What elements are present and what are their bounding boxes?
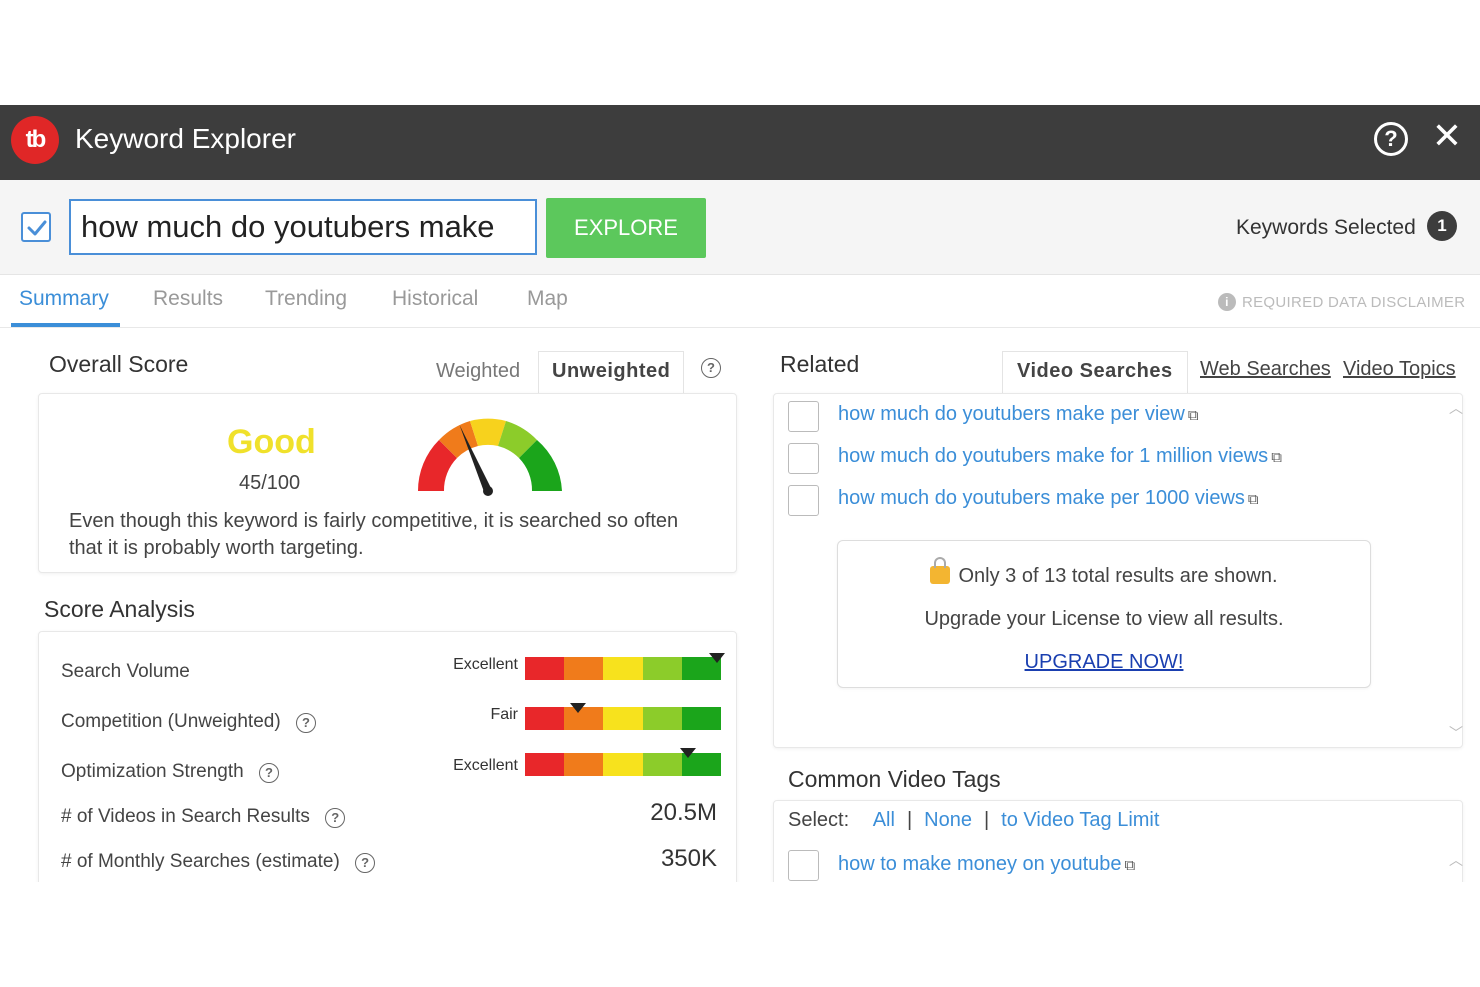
optimization-help-icon[interactable]: ?	[258, 763, 279, 783]
related-item-link[interactable]: how much do youtubers make per 1000 view…	[838, 487, 1259, 510]
tab-summary[interactable]: Summary	[19, 287, 109, 311]
explore-button[interactable]: EXPLORE	[546, 198, 706, 258]
metric-optimization-text: Optimization Strength	[61, 761, 244, 782]
common-video-tags-heading: Common Video Tags	[788, 766, 1001, 792]
results-limit-text: Only 3 of 13 total results are shown.	[838, 557, 1370, 588]
upgrade-notice: Only 3 of 13 total results are shown. Up…	[837, 540, 1371, 688]
checkmark-icon	[27, 220, 47, 236]
select-tag-limit-link[interactable]: to Video Tag Limit	[1001, 809, 1159, 831]
metric-search-volume-label: Search Volume	[61, 661, 190, 682]
tag-item-link[interactable]: how to make money on youtube ⧉	[838, 853, 1135, 876]
tab-video-topics[interactable]: Video Topics	[1343, 358, 1456, 381]
select-none-link[interactable]: None	[924, 809, 972, 831]
stat-searches-value: 350K	[660, 845, 717, 872]
keyword-select-checkbox[interactable]	[21, 212, 51, 242]
related-item-link[interactable]: how much do youtubers make per view ⧉	[838, 403, 1199, 426]
related-item-checkbox[interactable]	[788, 401, 819, 432]
tag-item-checkbox[interactable]	[788, 850, 819, 881]
tab-historical[interactable]: Historical	[392, 287, 478, 311]
active-tab-indicator	[11, 323, 120, 327]
tab-results[interactable]: Results	[153, 287, 223, 311]
score-rating: Good	[227, 423, 316, 461]
tab-unweighted[interactable]: Unweighted	[538, 351, 685, 393]
stat-videos-label: # of Videos in Search Results ?	[61, 806, 346, 828]
stat-searches-label: # of Monthly Searches (estimate) ?	[61, 851, 376, 873]
score-help-icon[interactable]: ?	[701, 358, 721, 378]
data-disclaimer-link[interactable]: i REQUIRED DATA DISCLAIMER	[1218, 293, 1465, 311]
tab-video-searches[interactable]: Video Searches	[1002, 351, 1188, 393]
related-item-link[interactable]: how much do youtubers make for 1 million…	[838, 445, 1282, 468]
metric-competition-text: Competition (Unweighted)	[61, 711, 281, 732]
keywords-selected-count-badge[interactable]: 1	[1427, 211, 1457, 241]
keywords-selected-label: Keywords Selected	[1236, 216, 1416, 239]
tags-scroll-up-icon[interactable]: ︿	[1449, 850, 1463, 870]
select-label: Select:	[788, 809, 850, 831]
select-all-link[interactable]: All	[873, 809, 895, 831]
score-value: 45/100	[239, 472, 301, 494]
tab-trending[interactable]: Trending	[265, 287, 347, 311]
search-row: EXPLORE Keywords Selected 1	[0, 180, 1480, 275]
disclaimer-text: REQUIRED DATA DISCLAIMER	[1242, 294, 1466, 311]
overall-score-heading: Overall Score	[49, 351, 189, 377]
title-bar: tb Keyword Explorer ? ✕	[0, 105, 1480, 180]
metric-search-volume-rating: Excellent	[453, 656, 518, 673]
info-icon: i	[1218, 293, 1236, 311]
keyword-search-input[interactable]	[69, 199, 537, 255]
window-title: Keyword Explorer	[75, 123, 296, 154]
related-item-text: how much do youtubers make per 1000 view…	[838, 487, 1245, 509]
related-item-checkbox[interactable]	[788, 443, 819, 474]
scroll-down-icon[interactable]: ﹀	[1449, 723, 1463, 743]
metric-optimization-rating: Excellent	[453, 757, 518, 774]
lock-icon	[930, 557, 951, 584]
related-item-text: how much do youtubers make per view	[838, 403, 1185, 425]
score-analysis-heading: Score Analysis	[44, 596, 195, 622]
metric-competition-marker	[569, 703, 586, 713]
scroll-up-icon[interactable]: ︿	[1449, 398, 1463, 418]
tab-weighted[interactable]: Weighted	[436, 360, 520, 383]
metric-optimization-label: Optimization Strength ?	[61, 761, 279, 783]
searches-help-icon[interactable]: ?	[355, 853, 376, 873]
help-icon[interactable]: ?	[1374, 122, 1408, 156]
metric-optimization-marker	[679, 748, 696, 758]
related-heading: Related	[780, 351, 860, 377]
tab-web-searches[interactable]: Web Searches	[1200, 358, 1331, 381]
upgrade-now-link[interactable]: UPGRADE NOW!	[838, 651, 1370, 674]
metric-search-volume-marker	[709, 653, 726, 663]
score-description: Even though this keyword is fairly compe…	[69, 510, 679, 559]
metric-search-volume-bar	[525, 657, 722, 680]
competition-help-icon[interactable]: ?	[295, 713, 316, 733]
videos-help-icon[interactable]: ?	[325, 808, 346, 828]
score-gauge	[417, 418, 562, 496]
tag-select-row: Select: All | None | to Video Tag Limit	[788, 809, 1160, 831]
results-limit-message: Only 3 of 13 total results are shown.	[958, 565, 1278, 587]
tab-map[interactable]: Map	[527, 287, 568, 311]
external-link-icon: ⧉	[1124, 857, 1136, 874]
gauge-pivot	[483, 486, 493, 496]
keyword-explorer-window: tb Keyword Explorer ? ✕ EXPLORE Keywords…	[0, 105, 1480, 882]
close-icon[interactable]: ✕	[1430, 118, 1464, 154]
stat-searches-text: # of Monthly Searches (estimate)	[61, 851, 340, 872]
tubebuddy-logo: tb	[11, 116, 59, 164]
metric-competition-label: Competition (Unweighted) ?	[61, 711, 316, 733]
external-link-icon: ⧉	[1271, 449, 1282, 466]
related-item-text: how much do youtubers make for 1 million…	[838, 445, 1269, 467]
external-link-icon: ⧉	[1187, 407, 1199, 424]
main-tabs: Summary Results Trending Historical Map …	[0, 276, 1480, 328]
tag-item-text: how to make money on youtube	[838, 853, 1122, 875]
metric-competition-bar	[525, 707, 722, 730]
upgrade-message: Upgrade your License to view all results…	[924, 608, 1284, 630]
stat-videos-value: 20.5M	[650, 799, 717, 826]
external-link-icon: ⧉	[1247, 491, 1259, 508]
stat-videos-text: # of Videos in Search Results	[61, 806, 310, 827]
metric-competition-rating: Fair	[490, 706, 518, 723]
related-item-checkbox[interactable]	[788, 485, 819, 516]
